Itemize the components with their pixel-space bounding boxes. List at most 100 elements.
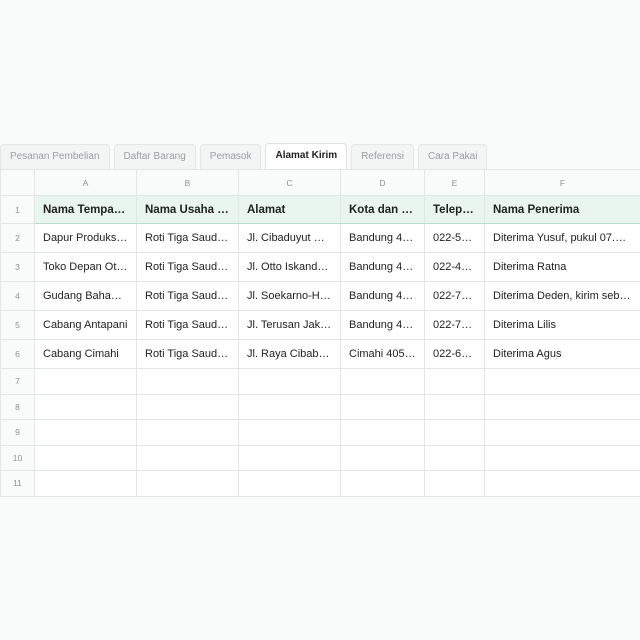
table-cell[interactable]: Bandung 40...	[340, 252, 425, 282]
spreadsheet-app: Pesanan Pembelian Daftar Barang Pemasok …	[0, 0, 640, 640]
column-header-c[interactable]: C	[238, 169, 341, 196]
column-header-a[interactable]: A	[34, 169, 137, 196]
column-header-f[interactable]: F	[484, 169, 640, 196]
table-cell[interactable]	[136, 368, 239, 395]
table-cell[interactable]	[340, 393, 425, 420]
column-header-row: A B C D E F	[0, 169, 640, 196]
table-row: 10	[0, 444, 640, 471]
table-cell[interactable]	[484, 444, 640, 471]
table-cell[interactable]: Jl. Soekarno-Hat...	[238, 281, 341, 311]
column-header-b[interactable]: B	[136, 169, 239, 196]
table-cell[interactable]	[340, 368, 425, 395]
table-cell[interactable]	[136, 419, 239, 446]
table-cell[interactable]: Jl. Cibaduyut Ra...	[238, 223, 341, 253]
row-number[interactable]: 7	[0, 368, 35, 395]
tab-pesanan-pembelian[interactable]: Pesanan Pembelian	[0, 144, 110, 169]
table-cell[interactable]: 022-42...	[424, 252, 485, 282]
table-cell[interactable]: Roti Tiga Saudara	[136, 252, 239, 282]
table-cell[interactable]	[136, 393, 239, 420]
table-header-row: 1 Nama Tempat ... Nama Usaha at... Alama…	[0, 195, 640, 224]
table-cell[interactable]: Bandung 40...	[340, 223, 425, 253]
column-header-d[interactable]: D	[340, 169, 425, 196]
table-cell[interactable]: Cabang Antapani	[34, 310, 137, 340]
sheet-tab-bar: Pesanan Pembelian Daftar Barang Pemasok …	[0, 143, 640, 169]
table-cell[interactable]	[136, 470, 239, 497]
row-number[interactable]: 9	[0, 419, 35, 446]
table-cell[interactable]	[424, 393, 485, 420]
table-cell[interactable]: Cabang Cimahi	[34, 339, 137, 369]
table-cell[interactable]: Bandung 40...	[340, 310, 425, 340]
tab-pemasok[interactable]: Pemasok	[199, 144, 262, 169]
table-cell[interactable]: Cimahi 40513	[340, 339, 425, 369]
table-cell[interactable]: Dapur Produksi ...	[34, 223, 137, 253]
header-cell-nama-usaha[interactable]: Nama Usaha at...	[136, 195, 239, 224]
table-cell[interactable]: 022-66...	[424, 339, 485, 369]
row-number[interactable]: 10	[0, 444, 35, 471]
header-cell-nama-penerima[interactable]: Nama Penerima	[484, 195, 640, 224]
header-cell-nama-tempat[interactable]: Nama Tempat ...	[34, 195, 137, 224]
header-cell-alamat[interactable]: Alamat	[238, 195, 341, 224]
row-number[interactable]: 5	[0, 310, 35, 340]
table-cell[interactable]: Diterima Lilis	[484, 310, 640, 340]
row-number[interactable]: 4	[0, 281, 35, 311]
table-cell[interactable]: Jl. Otto Iskandar...	[238, 252, 341, 282]
select-all-corner[interactable]	[0, 169, 35, 196]
row-number[interactable]: 2	[0, 223, 35, 253]
table-cell[interactable]: Diterima Deden, kirim sebelu...	[484, 281, 640, 311]
table-cell[interactable]	[238, 393, 341, 420]
table-cell[interactable]	[484, 393, 640, 420]
row-number[interactable]: 1	[0, 195, 35, 224]
table-cell[interactable]: Bandung 40...	[340, 281, 425, 311]
table-cell[interactable]	[238, 470, 341, 497]
table-cell[interactable]	[484, 368, 640, 395]
header-cell-kota[interactable]: Kota dan K...	[340, 195, 425, 224]
table-cell[interactable]	[340, 419, 425, 446]
table-cell[interactable]	[238, 368, 341, 395]
table-cell[interactable]: Diterima Ratna	[484, 252, 640, 282]
table-cell[interactable]	[340, 444, 425, 471]
table-cell[interactable]	[424, 419, 485, 446]
table-cell[interactable]	[34, 470, 137, 497]
table-cell[interactable]: Diterima Yusuf, pukul 07.00–...	[484, 223, 640, 253]
table-cell[interactable]	[34, 444, 137, 471]
row-number[interactable]: 11	[0, 470, 35, 497]
table-cell[interactable]	[424, 444, 485, 471]
table-cell[interactable]: Diterima Agus	[484, 339, 640, 369]
row-number[interactable]: 8	[0, 393, 35, 420]
table-cell[interactable]: Roti Tiga Saudara	[136, 339, 239, 369]
tab-cara-pakai[interactable]: Cara Pakai	[417, 144, 488, 169]
table-cell[interactable]	[238, 444, 341, 471]
table-cell[interactable]: Jl. Raya Cibabat ...	[238, 339, 341, 369]
spreadsheet-grid: A B C D E F 1 Nama Tempat ... Nama Usaha…	[0, 169, 640, 497]
table-cell[interactable]: Gudang Bahan B...	[34, 281, 137, 311]
table-cell[interactable]	[484, 470, 640, 497]
column-header-e[interactable]: E	[424, 169, 485, 196]
table-cell[interactable]: Roti Tiga Saudara	[136, 310, 239, 340]
table-row: 3 Toko Depan Otista Roti Tiga Saudara Jl…	[0, 252, 640, 282]
table-cell[interactable]	[484, 419, 640, 446]
table-cell[interactable]	[34, 419, 137, 446]
table-cell[interactable]	[34, 393, 137, 420]
header-cell-telepon[interactable]: Telepon	[424, 195, 485, 224]
tab-daftar-barang[interactable]: Daftar Barang	[113, 144, 196, 169]
table-cell[interactable]	[34, 368, 137, 395]
table-cell[interactable]: Roti Tiga Saudara	[136, 281, 239, 311]
table-cell[interactable]: Roti Tiga Saudara	[136, 223, 239, 253]
table-cell[interactable]	[424, 470, 485, 497]
table-cell[interactable]	[136, 444, 239, 471]
tab-referensi[interactable]: Referensi	[351, 144, 414, 169]
table-cell[interactable]	[424, 368, 485, 395]
table-cell[interactable]: 022-54...	[424, 223, 485, 253]
table-cell[interactable]	[238, 419, 341, 446]
table-cell[interactable]: Toko Depan Otista	[34, 252, 137, 282]
table-cell[interactable]	[340, 470, 425, 497]
table-cell[interactable]: Jl. Terusan Jakar...	[238, 310, 341, 340]
table-row: 8	[0, 393, 640, 420]
table-row: 2 Dapur Produksi ... Roti Tiga Saudara J…	[0, 223, 640, 253]
row-number[interactable]: 6	[0, 339, 35, 369]
table-cell[interactable]: 022-72...	[424, 310, 485, 340]
tab-alamat-kirim[interactable]: Alamat Kirim	[265, 143, 348, 169]
table-row: 6 Cabang Cimahi Roti Tiga Saudara Jl. Ra…	[0, 339, 640, 369]
table-cell[interactable]: 022-75...	[424, 281, 485, 311]
row-number[interactable]: 3	[0, 252, 35, 282]
